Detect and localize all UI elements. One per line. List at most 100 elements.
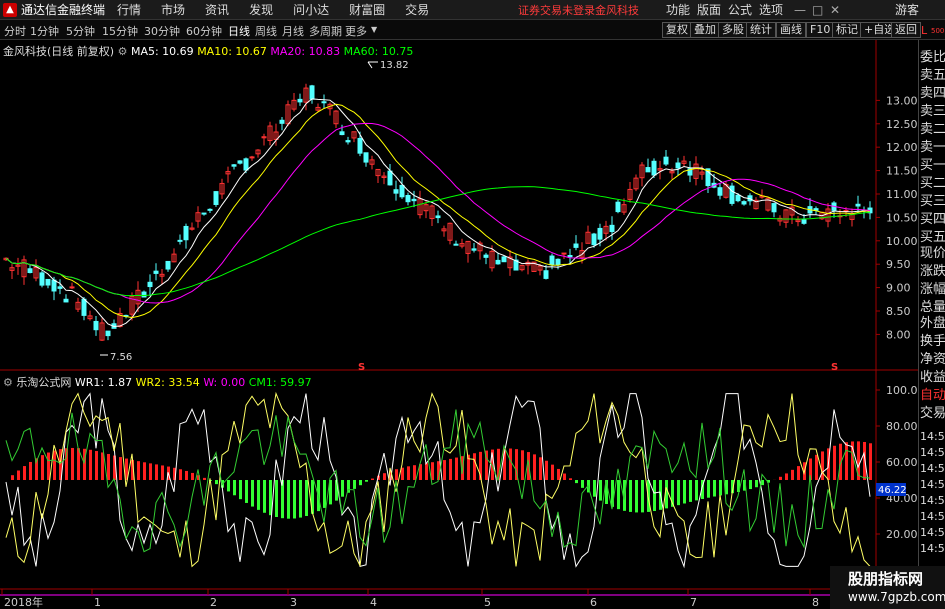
panel-item-8: 买三 [920,194,945,209]
histogram-bar [299,480,302,518]
tab-more-arrow-icon[interactable]: ▼ [371,25,377,34]
back-button[interactable]: 返回 [891,22,921,38]
x-tick-label: 4 [370,596,377,609]
histogram-bar [287,480,290,519]
panel-item-3: 卖三 [920,104,945,119]
current-value-label: 46.22 [878,485,907,496]
histogram-bar [815,454,818,480]
panel-time-5: 14:56 [920,510,945,523]
tab-1min[interactable]: 1分钟 [30,23,59,39]
menu-xuanxiang[interactable]: 选项 [759,1,783,18]
tongji-button[interactable]: 统计 [746,22,776,38]
candle-body [147,281,153,288]
s-marker-1: S [358,362,365,373]
tab-5min[interactable]: 5分钟 [66,23,95,39]
duogu-button[interactable]: 多股 [718,22,748,38]
panel-item-13: 涨幅 [920,282,945,297]
histogram-bar [707,480,710,498]
panel-item-17: 净资 [920,352,945,367]
candle-body [435,215,441,219]
histogram-bar [29,461,32,480]
candle-body [771,203,777,213]
close-button[interactable]: ✕ [830,3,840,17]
histogram-bar [233,480,236,496]
candle-body [399,184,405,198]
histogram-bar [509,448,512,480]
candle-body [345,140,351,143]
price-tick-label: 11.00 [886,188,918,201]
guest-label[interactable]: 游客 [895,1,919,18]
price-tick-label: 9.00 [886,282,911,295]
histogram-bar [551,464,554,480]
histogram-bar [107,453,110,480]
candle-body [651,160,657,176]
f10-button[interactable]: F10 [806,22,835,38]
histogram-bar [785,473,788,480]
panel-item-11: 现价 [920,246,945,261]
candle-body [213,191,219,205]
histogram-bar [341,480,344,497]
login-status[interactable]: 证券交易未登录 [518,2,595,18]
price-tick-label: 11.50 [886,165,918,178]
panel-item-15: 外盘 [920,316,945,331]
tab-monthly[interactable]: 月线 [282,23,304,39]
tab-fenshi[interactable]: 分时 [4,23,26,39]
histogram-bar [11,475,14,480]
panel-item-20[interactable]: 交易 [920,402,945,421]
tab-15min[interactable]: 15分钟 [102,23,138,39]
menu-gongshi[interactable]: 公式 [728,1,752,18]
histogram-bar [23,466,26,480]
x-tick-label: 6 [590,596,597,609]
watermark: 股朋指标网 www.7gpzb.com [830,566,945,609]
candle-body [339,131,345,136]
menu-jiaoyi[interactable]: 交易 [405,1,429,18]
candle-body [39,272,45,286]
histogram-bar [407,466,410,480]
panel-item-19[interactable]: 自动 [920,384,945,403]
menu-shichang[interactable]: 市场 [161,1,185,18]
menu-zixun[interactable]: 资讯 [205,1,229,18]
histogram-bar [635,480,638,513]
histogram-bar [323,480,326,508]
histogram-bar [149,463,152,480]
fuquan-button[interactable]: 复权 [662,22,692,38]
diejia-button[interactable]: 叠加 [690,22,720,38]
candle-body [471,248,477,251]
stock-name-title: 金风科技 [595,3,639,17]
minimize-button[interactable]: — [794,3,806,17]
tab-weekly[interactable]: 周线 [255,23,277,39]
menu-faxian[interactable]: 发现 [249,1,273,18]
panel-item-1: 卖五 [920,68,945,83]
biaoji-button[interactable]: 标记 [832,22,862,38]
tab-60min[interactable]: 60分钟 [186,23,222,39]
menu-banmian[interactable]: 版面 [697,1,721,18]
histogram-bar [755,480,758,488]
histogram-bar [371,478,374,480]
maximize-button[interactable]: □ [812,3,823,17]
chart-area[interactable]: 13.00 12.50 12.00 11.50 11.00 10.50 10.00 9.50 9… [0,40,918,609]
tab-daily[interactable]: 日线 [228,23,250,39]
s-marker-2: S [831,362,838,373]
histogram-bar [545,460,548,480]
candle-body [57,286,63,289]
histogram-bar [695,480,698,501]
menu-gongneng[interactable]: 功能 [666,1,690,18]
huaxian-button[interactable]: 画线 [776,22,806,38]
histogram-bar [425,463,428,480]
candle-body [69,286,75,289]
menu-hangqing[interactable]: 行情 [117,1,141,18]
candle-body [801,219,807,224]
menu-bar: ▲ 通达信金融终端 行情 市场 资讯 发现 问小达 财富圈 交易 证券交易未登录… [0,0,945,20]
histogram-bar [137,461,140,480]
tab-30min[interactable]: 30分钟 [144,23,180,39]
histogram-bar [641,480,644,513]
watermark-line2: www.7gpzb.com [848,590,945,604]
panel-top-label: L [921,24,928,37]
menu-caifuquan[interactable]: 财富圈 [349,1,385,18]
menu-wenxiaoda[interactable]: 问小达 [293,1,329,18]
histogram-bar [413,465,416,480]
tab-multi-period[interactable]: 多周期 [309,23,342,39]
tab-more[interactable]: 更多 [345,23,367,39]
histogram-bar [143,462,146,480]
candle-body [855,203,861,207]
